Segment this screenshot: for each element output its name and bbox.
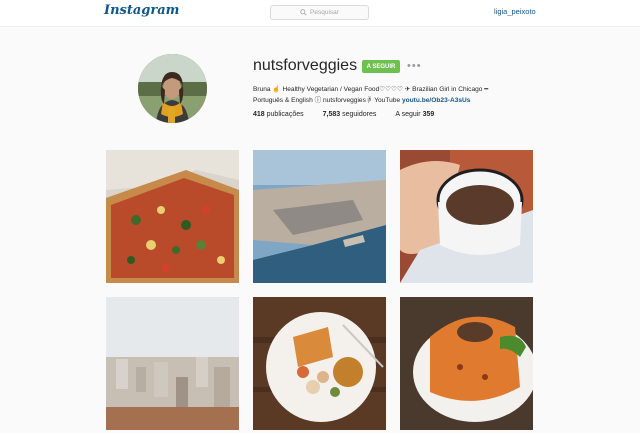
bio-line-2-text: Português & English ⓘ nutsforveggies☟ Yo… — [253, 97, 402, 104]
bio-line-1: Bruna ☝ Healthy Vegetarian / Vegan Food♡… — [253, 86, 489, 93]
post-thumbnail-city-aerial[interactable] — [253, 150, 386, 283]
post-thumbnail-plate-of-food[interactable] — [253, 297, 386, 430]
search-icon — [300, 9, 307, 16]
profile-avatar — [138, 54, 207, 123]
post-thumbnail-pizza[interactable] — [106, 150, 239, 283]
profile-stats: 418 publicações 7,583 seguidores A segui… — [253, 111, 434, 118]
more-options-icon[interactable]: ••• — [407, 60, 422, 72]
current-user-link[interactable]: ligia_peixoto — [494, 7, 536, 16]
follow-button[interactable]: A SEGUIR — [362, 60, 400, 73]
search-placeholder: Pesquisar — [310, 9, 339, 16]
followers-stat[interactable]: 7,583 seguidores — [323, 111, 377, 118]
profile-bio: Bruna ☝ Healthy Vegetarian / Vegan Food♡… — [253, 84, 553, 106]
post-thumbnail-city-skyline[interactable] — [106, 297, 239, 430]
profile-username: nutsforveggies — [253, 57, 358, 74]
posts-stat: 418 publicações — [253, 111, 304, 118]
following-stat[interactable]: A seguir 359 — [395, 111, 434, 118]
bio-line-2: Português & English ⓘ nutsforveggies☟ Yo… — [253, 95, 553, 106]
top-navigation-bar: Instagram Pesquisar ligia_peixoto — [0, 0, 640, 27]
post-thumbnail-coffee-mug[interactable] — [400, 150, 533, 283]
bio-link[interactable]: youtu.be/Ob23-A3sUs — [402, 97, 471, 104]
instagram-logo[interactable]: Instagram — [104, 3, 179, 18]
post-thumbnail-bundt-cake[interactable] — [400, 297, 533, 430]
search-input[interactable]: Pesquisar — [270, 5, 369, 20]
